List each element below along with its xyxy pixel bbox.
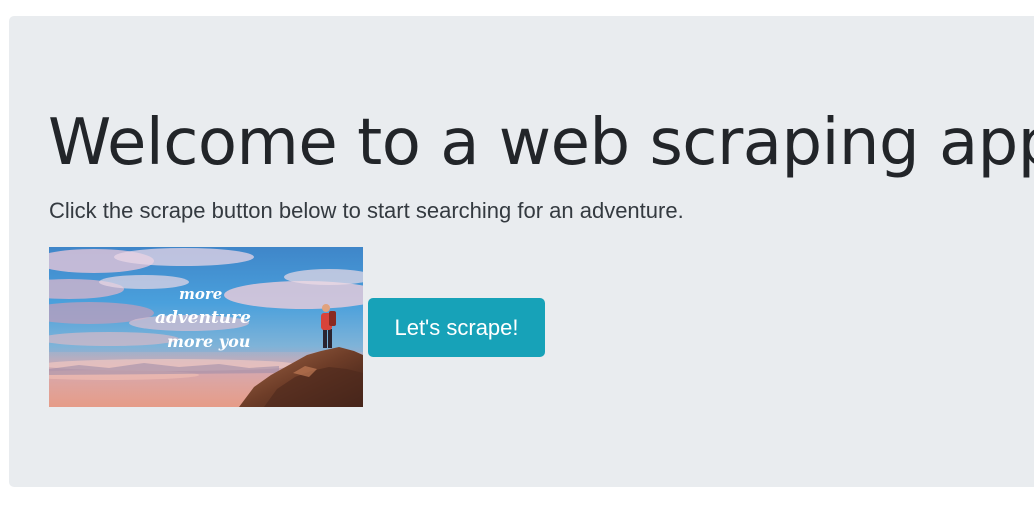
adventure-image: more adventure more you	[49, 247, 363, 407]
scrape-button[interactable]: Let's scrape!	[368, 298, 545, 357]
page-title: Welcome to a web scraping app!	[48, 106, 1034, 180]
overlay-line-3: more you	[167, 332, 250, 351]
overlay-line-1: more	[179, 285, 222, 303]
overlay-line-2: adventure	[155, 308, 251, 328]
lead-text: Click the scrape button below to start s…	[49, 198, 684, 223]
